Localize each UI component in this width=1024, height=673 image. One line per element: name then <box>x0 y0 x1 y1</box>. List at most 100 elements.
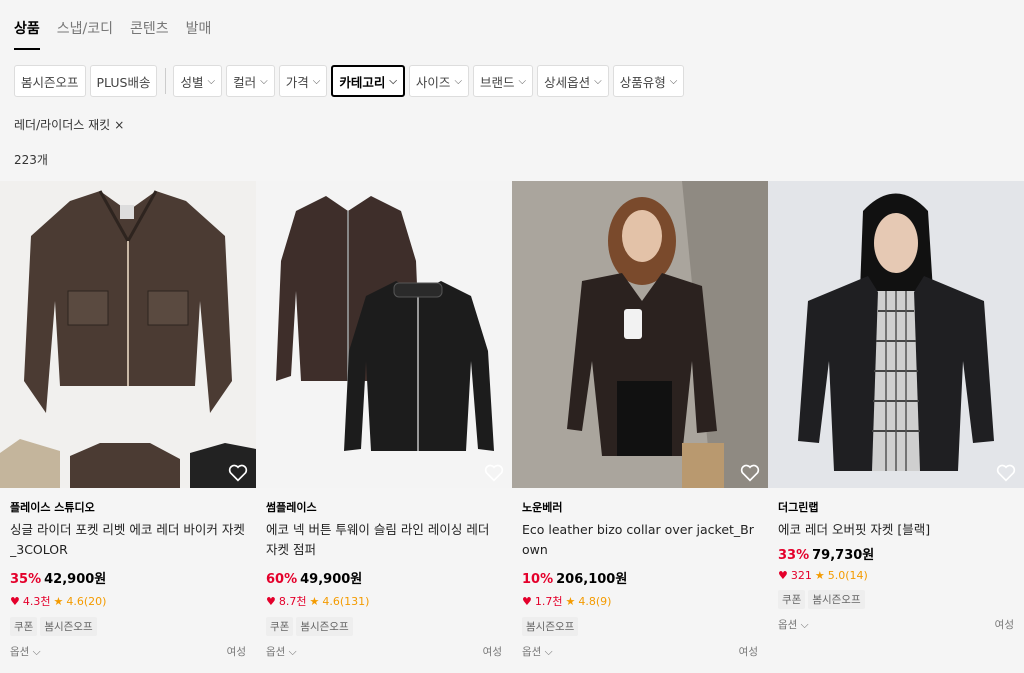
product-image[interactable] <box>512 181 768 488</box>
applied-filter-label: 레더/라이더스 재킷 <box>14 118 111 132</box>
option-toggle[interactable]: 옵션 ⌵ <box>266 644 297 659</box>
product-info: 더그린랩 에코 레더 오버핏 자켓 [블랙] 33% 79,730원 ♥ 321 ★… <box>768 488 1024 632</box>
stats-row: ♥ 8.7천 ★ 4.6(131) <box>266 593 502 609</box>
discount-rate: 10% <box>522 572 554 587</box>
product-info: 썸플레이스 에코 넥 버튼 투웨이 슬림 라인 레이싱 레더 자켓 점퍼 60%… <box>256 488 512 659</box>
tag-list: 쿠폰 봄시즌오프 <box>778 590 1014 609</box>
product-card[interactable]: 더그린랩 에코 레더 오버핏 자켓 [블랙] 33% 79,730원 ♥ 321 ★… <box>768 181 1024 659</box>
heart-filled-icon: ♥ <box>266 594 276 608</box>
chip-label: 성별 <box>180 74 204 90</box>
stats-row: ♥ 321 ★ 5.0(14) <box>778 569 1014 582</box>
filter-color-dropdown[interactable]: 컬러 ⌵ <box>226 65 275 97</box>
filter-plus-delivery[interactable]: PLUS배송 <box>89 65 158 97</box>
option-toggle[interactable]: 옵션 ⌵ <box>10 644 41 659</box>
product-info: 노운베러 Eco leather bizo collar over jacket… <box>512 488 768 659</box>
card-footer: 옵션 ⌵ 여성 <box>778 617 1014 632</box>
option-label: 옵션 <box>778 619 798 631</box>
brand-name[interactable]: 플레이스 스튜디오 <box>10 499 246 515</box>
price-row: 35% 42,900원 <box>10 568 246 587</box>
filter-spring-season-off[interactable]: 봄시즌오프 <box>14 65 86 97</box>
sale-price: 79,730원 <box>812 548 875 563</box>
chevron-down-icon: ⌵ <box>288 646 297 658</box>
chip-label: 카테고리 <box>339 74 386 90</box>
heart-icon[interactable] <box>228 464 248 482</box>
card-footer: 옵션 ⌵ 여성 <box>10 644 246 659</box>
heart-icon[interactable] <box>740 464 760 482</box>
filter-detail-option-dropdown[interactable]: 상세옵션 ⌵ <box>537 65 609 97</box>
brand-name[interactable]: 더그린랩 <box>778 499 1014 515</box>
filter-product-type-dropdown[interactable]: 상품유형 ⌵ <box>612 65 685 97</box>
tab-release[interactable]: 발매 <box>186 0 212 50</box>
product-info: 플레이스 스튜디오 싱글 라이더 포켓 리벳 에코 레더 바이커 자켓_3COL… <box>0 488 256 659</box>
product-name[interactable]: 싱글 라이더 포켓 리벳 에코 레더 바이커 자켓_3COLOR <box>10 520 246 560</box>
filter-category-dropdown[interactable]: 카테고리 ⌵ <box>331 65 405 97</box>
chevron-down-icon: ⌵ <box>454 75 463 87</box>
price-row: 33% 79,730원 <box>778 544 1014 563</box>
like-count: 4.3천 <box>22 595 51 608</box>
rating: 4.6(131) <box>322 594 370 608</box>
remove-filter-icon[interactable]: × <box>114 118 124 132</box>
product-name[interactable]: 에코 레더 오버핏 자켓 [블랙] <box>778 520 1014 540</box>
product-image[interactable] <box>768 181 1024 488</box>
chevron-down-icon: ⌵ <box>800 619 809 631</box>
chevron-down-icon: ⌵ <box>260 75 268 87</box>
heart-filled-icon: ♥ <box>522 594 532 608</box>
product-image[interactable] <box>0 181 256 488</box>
filter-size-dropdown[interactable]: 사이즈 ⌵ <box>408 65 470 97</box>
season-off-badge: 봄시즌오프 <box>808 590 865 609</box>
price-row: 10% 206,100원 <box>522 568 758 587</box>
heart-filled-icon: ♥ <box>10 594 20 608</box>
product-image[interactable] <box>256 181 512 488</box>
option-label: 옵션 <box>266 646 286 658</box>
chip-label: 컬러 <box>233 74 257 90</box>
jacket-illustration <box>0 190 256 488</box>
tab-snap-coordi[interactable]: 스냅/코디 <box>57 0 113 50</box>
tag-list: 쿠폰 봄시즌오프 <box>10 617 246 636</box>
heart-icon[interactable] <box>484 464 504 482</box>
like-count: 1.7천 <box>534 595 563 608</box>
coupon-badge: 쿠폰 <box>778 590 806 609</box>
product-card[interactable]: 노운베러 Eco leather bizo collar over jacket… <box>512 181 768 659</box>
like-count: 321 <box>790 569 812 582</box>
product-card[interactable]: 썸플레이스 에코 넥 버튼 투웨이 슬림 라인 레이싱 레더 자켓 점퍼 60%… <box>256 181 512 659</box>
heart-icon[interactable] <box>996 464 1016 482</box>
sale-price: 206,100원 <box>556 572 628 587</box>
product-card[interactable]: 플레이스 스튜디오 싱글 라이더 포켓 리벳 에코 레더 바이커 자켓_3COL… <box>0 181 256 659</box>
brand-name[interactable]: 썸플레이스 <box>266 499 502 515</box>
product-name[interactable]: Eco leather bizo collar over jacket_Brow… <box>522 520 758 560</box>
season-off-badge: 봄시즌오프 <box>40 617 97 636</box>
rating: 4.6(20) <box>66 594 107 608</box>
sale-price: 49,900원 <box>300 572 363 587</box>
rating: 4.8(9) <box>578 594 612 608</box>
chip-label: 브랜드 <box>480 74 515 90</box>
gender-label: 여성 <box>738 646 758 658</box>
tab-contents[interactable]: 콘텐츠 <box>130 0 169 50</box>
chevron-down-icon: ⌵ <box>32 646 41 658</box>
model-photo-illustration <box>512 181 768 488</box>
star-icon: ★ <box>814 569 825 582</box>
filter-price-dropdown[interactable]: 가격 ⌵ <box>278 65 328 97</box>
chip-label: 사이즈 <box>415 74 451 90</box>
tag-list: 쿠폰 봄시즌오프 <box>266 617 502 636</box>
filter-gender-dropdown[interactable]: 성별 ⌵ <box>173 65 223 97</box>
card-footer: 옵션 ⌵ 여성 <box>266 644 502 659</box>
stats-row: ♥ 4.3천 ★ 4.6(20) <box>10 593 246 609</box>
discount-rate: 33% <box>778 548 810 563</box>
filter-divider <box>165 68 167 94</box>
option-toggle[interactable]: 옵션 ⌵ <box>778 617 809 632</box>
option-toggle[interactable]: 옵션 ⌵ <box>522 644 553 659</box>
option-label: 옵션 <box>522 646 542 658</box>
product-name[interactable]: 에코 넥 버튼 투웨이 슬림 라인 레이싱 레더 자켓 점퍼 <box>266 520 502 560</box>
filter-brand-dropdown[interactable]: 브랜드 ⌵ <box>473 65 534 97</box>
discount-rate: 60% <box>266 572 298 587</box>
chevron-down-icon: ⌵ <box>518 75 527 87</box>
chip-label: 상세옵션 <box>544 74 591 90</box>
heart-filled-icon: ♥ <box>778 569 788 582</box>
rating: 5.0(14) <box>827 569 868 582</box>
star-icon: ★ <box>309 594 320 608</box>
product-grid: 플레이스 스튜디오 싱글 라이더 포켓 리벳 에코 레더 바이커 자켓_3COL… <box>0 181 1024 659</box>
tab-products[interactable]: 상품 <box>14 0 40 50</box>
card-footer: 옵션 ⌵ 여성 <box>522 644 758 659</box>
brand-name[interactable]: 노운베러 <box>522 499 758 515</box>
chevron-down-icon: ⌵ <box>544 646 553 658</box>
